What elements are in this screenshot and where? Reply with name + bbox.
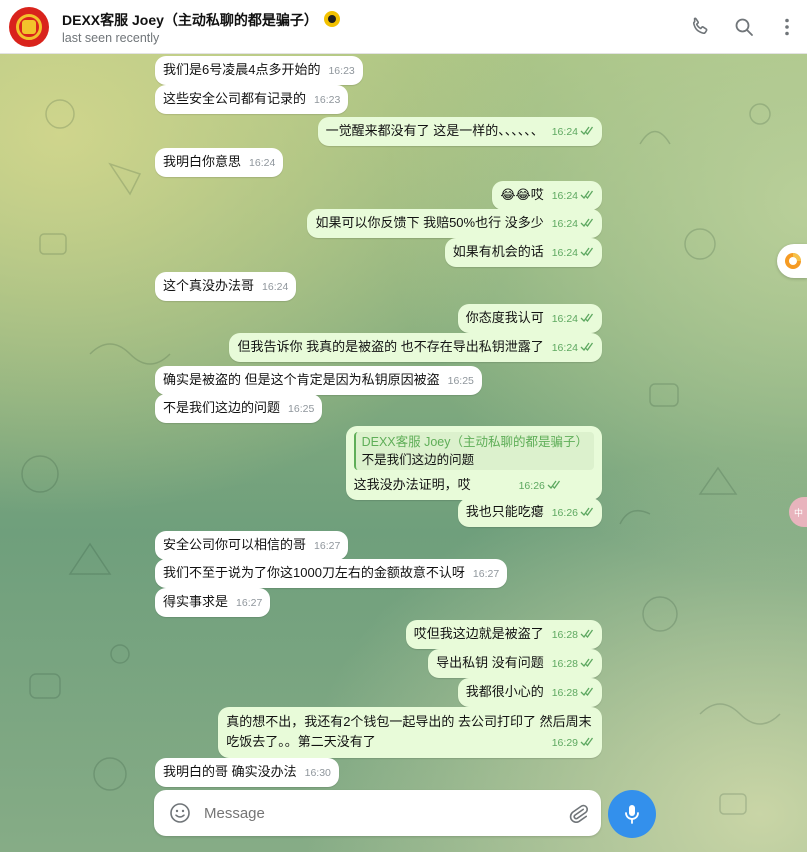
outgoing-message-with-reply[interactable]: DEXX客服 Joey（主动私聊的都是骗子） 不是我们这边的问题 这我没办法证明… <box>345 426 602 500</box>
message-time: 16:24 <box>551 247 578 259</box>
message-time: 16:27 <box>236 597 263 609</box>
message-text: 确实是被盗的 但是这个肯定是因为私钥原因被盗 <box>163 372 440 387</box>
message-text: 我们是6号凌晨4点多开始的 <box>163 62 321 77</box>
incoming-message[interactable]: 确实是被盗的 但是这个肯定是因为私钥原因被盗 16:25 <box>155 366 482 395</box>
extension-logo-icon <box>785 253 801 269</box>
message-text: 这个真没办法哥 <box>163 278 255 293</box>
message-text: 但我告诉你 我真的是被盗的 也不存在导出私钥泄露了 <box>237 339 544 354</box>
reply-text: 不是我们这边的问题 <box>361 453 475 467</box>
outgoing-message[interactable]: 一觉醒来都没有了 这是一样的、、、、、、 16:24 <box>317 117 602 146</box>
message-time: 16:30 <box>304 767 331 779</box>
avatar[interactable] <box>9 7 49 47</box>
chat-header: DEXX客服 Joey（主动私聊的都是骗子） last seen recentl… <box>0 0 807 54</box>
message-time: 16:24 <box>551 218 578 230</box>
message-composer[interactable] <box>154 790 601 836</box>
outgoing-message[interactable]: 我都很小心的 16:28 <box>457 678 602 707</box>
incoming-message[interactable]: 我明白你意思 16:24 <box>155 148 284 177</box>
read-ticks-icon <box>580 190 594 199</box>
outgoing-message[interactable]: 导出私钥 没有问题 16:28 <box>428 649 602 678</box>
outgoing-message[interactable]: 你态度我认可 16:24 <box>457 304 602 333</box>
outgoing-message[interactable]: 真的想不出，我还有2个钱包一起导出的 去公司打印了 然后周末 吃饭去了。。第二天… <box>218 707 602 758</box>
read-ticks-icon <box>580 313 594 322</box>
message-text: 我都很小心的 <box>465 684 544 699</box>
message-text: 如果有机会的话 <box>452 244 544 259</box>
read-ticks-icon <box>580 247 594 256</box>
incoming-message[interactable]: 这个真没办法哥 16:24 <box>155 272 297 301</box>
search-icon[interactable] <box>732 15 756 39</box>
read-ticks-icon <box>547 480 560 489</box>
message-time: 16:26 <box>551 507 578 519</box>
message-time: 16:26 <box>518 480 545 492</box>
message-text: 如果可以你反馈下 我赔50%也行 没多少 <box>315 215 544 230</box>
coin-badge-icon <box>324 11 340 27</box>
message-time: 16:27 <box>314 540 341 552</box>
message-time: 16:28 <box>551 687 578 699</box>
outgoing-message[interactable]: 但我告诉你 我真的是被盗的 也不存在导出私钥泄露了 16:24 <box>229 333 602 362</box>
message-text: 你态度我认可 <box>465 310 544 325</box>
read-ticks-icon <box>580 507 594 516</box>
incoming-message[interactable]: 安全公司你可以相信的哥 16:27 <box>155 531 349 560</box>
message-text: 安全公司你可以相信的哥 <box>163 537 307 552</box>
read-ticks-icon <box>580 687 594 696</box>
message-text: 导出私钥 没有问题 <box>436 655 544 670</box>
incoming-message[interactable]: 我们是6号凌晨4点多开始的 16:23 <box>155 56 363 85</box>
message-time: 16:24 <box>249 157 276 169</box>
message-time: 16:28 <box>551 629 578 641</box>
message-time: 16:24 <box>551 126 578 138</box>
last-seen-status: last seen recently <box>62 31 160 45</box>
read-ticks-icon <box>580 629 594 638</box>
message-time: 16:23 <box>314 94 341 106</box>
message-text: 我明白的哥 确实没办法 <box>163 764 297 779</box>
incoming-message[interactable]: 我明白的哥 确实没办法 16:30 <box>155 758 339 787</box>
message-text: 一觉醒来都没有了 这是一样的、、、、、、 <box>325 123 544 138</box>
read-ticks-icon <box>580 218 594 227</box>
message-text: 我们不至于说为了你这1000刀左右的金额故意不认呀 <box>163 565 465 580</box>
read-ticks-icon <box>580 658 594 667</box>
message-text: 这我没办法证明，哎 <box>353 477 471 492</box>
message-time: 16:24 <box>551 190 578 202</box>
message-input[interactable] <box>204 800 544 826</box>
message-time: 16:24 <box>551 342 578 354</box>
incoming-message[interactable]: 这些安全公司都有记录的 16:23 <box>155 85 349 114</box>
incoming-message[interactable]: 我们不至于说为了你这1000刀左右的金额故意不认呀 16:27 <box>155 559 508 588</box>
message-time: 16:28 <box>551 658 578 670</box>
read-ticks-icon <box>580 342 594 351</box>
message-time: 16:23 <box>328 65 355 77</box>
reply-quote[interactable]: DEXX客服 Joey（主动私聊的都是骗子） 不是我们这边的问题 <box>353 432 594 470</box>
read-ticks-icon <box>580 737 594 746</box>
outgoing-message[interactable]: 如果有机会的话 16:24 <box>444 238 602 267</box>
incoming-message[interactable]: 得实事求是 16:27 <box>155 588 271 617</box>
message-time: 16:29 <box>551 737 578 749</box>
outgoing-message[interactable]: 我也只能吃瘪 16:26 <box>457 498 602 527</box>
phone-icon[interactable] <box>688 15 712 39</box>
incoming-message[interactable]: 不是我们这边的问题 16:25 <box>155 394 323 423</box>
more-vertical-icon[interactable] <box>775 15 799 39</box>
mic-icon <box>625 805 639 824</box>
read-ticks-icon <box>580 126 594 135</box>
message-text: 得实事求是 <box>163 594 229 609</box>
attach-icon[interactable] <box>566 801 590 825</box>
message-text: 我明白你意思 <box>163 154 242 169</box>
message-text: 😂😂哎 <box>500 187 544 202</box>
message-time: 16:27 <box>472 568 500 580</box>
avatar-core <box>22 20 36 34</box>
floating-extension-button[interactable] <box>777 244 807 278</box>
message-text: 哎但我这边就是被盗了 <box>413 626 544 641</box>
emoji-icon[interactable] <box>168 801 192 825</box>
reply-author: DEXX客服 Joey（主动私聊的都是骗子） <box>361 435 588 449</box>
outgoing-message[interactable]: 哎但我这边就是被盗了 16:28 <box>405 620 602 649</box>
message-text: 不是我们这边的问题 <box>163 400 281 415</box>
message-text-line2: 吃饭去了。。第二天没有了 <box>226 734 376 749</box>
outgoing-message[interactable]: 😂😂哎 16:24 <box>492 181 602 210</box>
voice-record-button[interactable] <box>608 790 656 838</box>
message-time: 16:24 <box>262 281 289 293</box>
message-time: 16:24 <box>551 313 578 325</box>
message-text: 真的想不出，我还有2个钱包一起导出的 去公司打印了 然后周末 <box>226 714 592 729</box>
chat-title[interactable]: DEXX客服 Joey（主动私聊的都是骗子） <box>62 10 318 30</box>
message-text: 我也只能吃瘪 <box>465 504 544 519</box>
message-time: 16:25 <box>447 375 474 387</box>
message-text: 这些安全公司都有记录的 <box>163 91 307 106</box>
outgoing-message[interactable]: 如果可以你反馈下 我赔50%也行 没多少 16:24 <box>307 209 602 238</box>
message-time: 16:25 <box>288 403 315 415</box>
